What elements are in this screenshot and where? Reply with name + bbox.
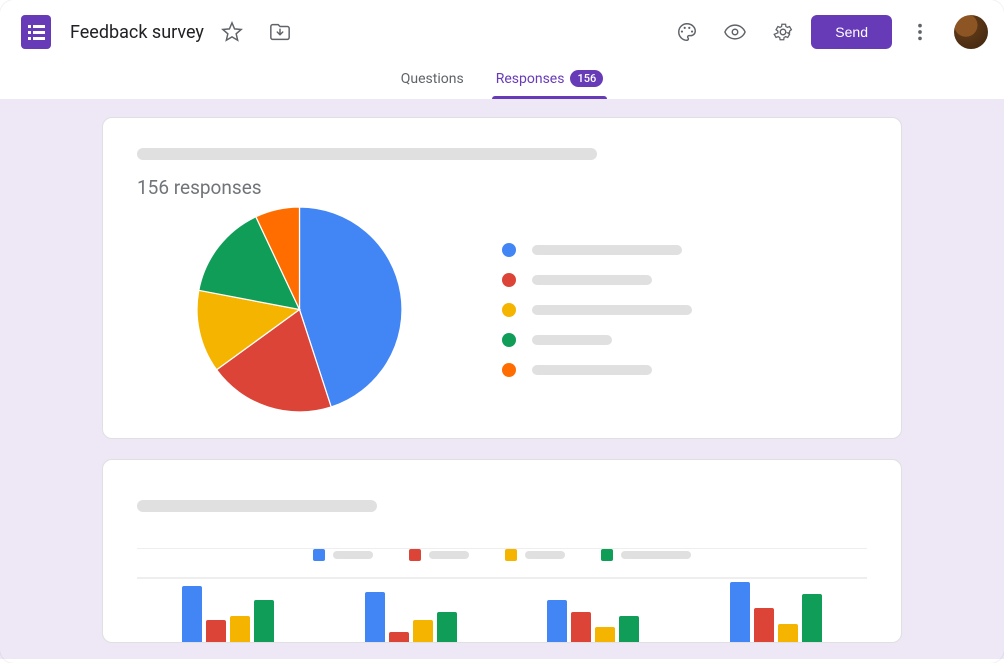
- bar-legend-item: [505, 549, 565, 561]
- bar-legend-item: [601, 549, 691, 561]
- responses-canvas: 156 responses: [0, 99, 1004, 659]
- legend-label-placeholder: [429, 551, 469, 559]
- bar-chart: [137, 578, 867, 642]
- bar: [778, 624, 798, 642]
- pie-legend: [502, 243, 692, 377]
- legend-dot: [502, 333, 516, 347]
- bar: [547, 600, 567, 642]
- legend-label-placeholder: [333, 551, 373, 559]
- bar-legend-item: [313, 549, 373, 561]
- send-button[interactable]: Send: [811, 15, 892, 49]
- bar: [413, 620, 433, 642]
- document-title[interactable]: Feedback survey: [70, 22, 204, 43]
- bar-group: [547, 578, 639, 642]
- tab-label: Questions: [401, 71, 464, 87]
- legend-swatch: [601, 549, 613, 561]
- legend-label-placeholder: [532, 365, 652, 375]
- account-avatar[interactable]: [954, 15, 988, 49]
- legend-dot: [502, 303, 516, 317]
- legend-label-placeholder: [532, 305, 692, 315]
- question-title-placeholder: [137, 500, 377, 512]
- tab-label: Responses: [496, 71, 565, 87]
- bar-legend-item: [409, 549, 469, 561]
- bar: [437, 612, 457, 642]
- move-to-folder-icon[interactable]: [260, 12, 300, 52]
- question-title-placeholder: [137, 148, 597, 160]
- bar-legend: [137, 549, 867, 561]
- pie-chart: [197, 207, 402, 412]
- bar: [389, 632, 409, 642]
- bar: [230, 616, 250, 642]
- bar: [254, 600, 274, 642]
- responses-count-badge: 156: [570, 70, 603, 87]
- settings-gear-icon[interactable]: [763, 12, 803, 52]
- summary-card-pie: 156 responses: [102, 117, 902, 439]
- legend-label-placeholder: [532, 245, 682, 255]
- palette-icon[interactable]: [667, 12, 707, 52]
- bar: [595, 627, 615, 642]
- bar: [619, 616, 639, 642]
- tab-responses[interactable]: Responses 156: [492, 60, 608, 99]
- legend-item: [502, 243, 692, 257]
- legend-dot: [502, 273, 516, 287]
- forms-app-icon[interactable]: [16, 12, 56, 52]
- bar: [365, 592, 385, 642]
- star-icon[interactable]: [212, 12, 252, 52]
- bar-group: [182, 578, 274, 642]
- legend-swatch: [505, 549, 517, 561]
- legend-dot: [502, 243, 516, 257]
- bar: [802, 594, 822, 642]
- legend-dot: [502, 363, 516, 377]
- legend-item: [502, 363, 692, 377]
- bar: [571, 612, 591, 642]
- bar: [730, 582, 750, 642]
- tab-bar: Questions Responses 156: [0, 60, 1004, 99]
- responses-count-text: 156 responses: [137, 176, 867, 199]
- preview-eye-icon[interactable]: [715, 12, 755, 52]
- tab-questions[interactable]: Questions: [397, 60, 468, 99]
- legend-swatch: [409, 549, 421, 561]
- summary-card-bars: [102, 459, 902, 643]
- legend-item: [502, 273, 692, 287]
- bar: [182, 586, 202, 642]
- legend-item: [502, 303, 692, 317]
- legend-swatch: [313, 549, 325, 561]
- bar: [206, 620, 226, 642]
- legend-item: [502, 333, 692, 347]
- more-vert-icon[interactable]: [900, 12, 940, 52]
- legend-label-placeholder: [532, 335, 612, 345]
- legend-label-placeholder: [621, 551, 691, 559]
- legend-label-placeholder: [532, 275, 652, 285]
- top-bar: Feedback survey Send: [0, 0, 1004, 60]
- bar-group: [730, 578, 822, 642]
- legend-label-placeholder: [525, 551, 565, 559]
- bar-group: [365, 578, 457, 642]
- bar: [754, 608, 774, 642]
